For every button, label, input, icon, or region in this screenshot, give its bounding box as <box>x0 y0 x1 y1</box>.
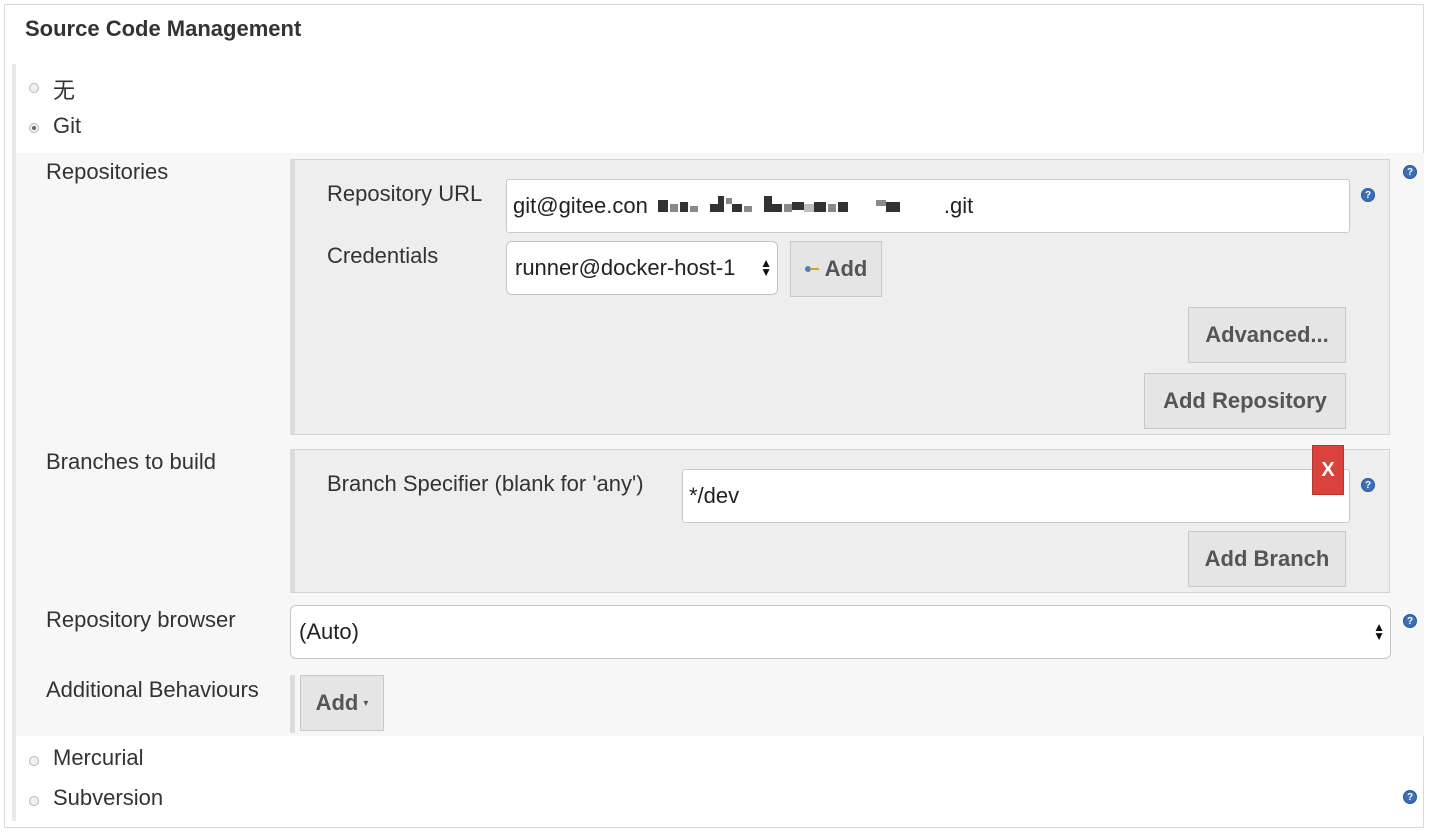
repository-browser-select[interactable]: (Auto) ▲ ▼ <box>290 605 1391 659</box>
select-arrows-icon: ▲ ▼ <box>760 256 772 279</box>
redacted-url-segment <box>652 196 944 216</box>
branch-specifier-input[interactable]: */dev <box>682 469 1350 523</box>
credentials-select-value: runner@docker-host-1 <box>515 255 736 280</box>
frame-top-border <box>4 4 1424 5</box>
repository-url-suffix: .git <box>943 193 974 218</box>
section-title: Source Code Management <box>25 16 302 41</box>
radio-subversion[interactable] <box>29 796 39 806</box>
help-icon[interactable]: ? <box>1403 790 1417 804</box>
repository-url-prefix: git@gitee.con <box>513 193 648 218</box>
help-icon[interactable]: ? <box>1361 478 1375 492</box>
add-repository-button[interactable]: Add Repository <box>1144 373 1346 429</box>
caret-down-icon: ▾ <box>363 697 369 709</box>
repositories-label: Repositories <box>46 159 169 184</box>
radio-mercurial-label[interactable]: Mercurial <box>53 745 143 771</box>
credentials-label: Credentials <box>327 243 439 268</box>
add-behaviour-label: Add <box>315 690 359 715</box>
radio-git-label[interactable]: Git <box>53 113 81 139</box>
credentials-select[interactable]: runner@docker-host-1 ▲ ▼ <box>506 241 778 295</box>
advanced-button[interactable]: Advanced... <box>1188 307 1346 363</box>
radio-none[interactable] <box>29 83 39 93</box>
radio-none-label[interactable]: 无 <box>53 73 75 105</box>
help-icon[interactable]: ? <box>1361 188 1375 202</box>
repository-url-label: Repository URL <box>327 181 483 206</box>
key-icon <box>804 265 819 273</box>
radio-git[interactable] <box>29 123 39 133</box>
additional-behaviours-label: Additional Behaviours <box>46 677 259 702</box>
delete-branch-button[interactable]: X <box>1312 445 1344 495</box>
repository-browser-value: (Auto) <box>299 619 359 644</box>
repository-browser-label: Repository browser <box>46 607 236 632</box>
help-icon[interactable]: ? <box>1403 614 1417 628</box>
help-icon[interactable]: ? <box>1403 165 1417 179</box>
select-arrows-icon: ▲ ▼ <box>1373 620 1385 643</box>
additional-behaviours-rail <box>290 675 295 733</box>
frame-bottom-border <box>4 827 1424 828</box>
radio-mercurial[interactable] <box>29 756 39 766</box>
add-credentials-label: Add <box>824 256 868 281</box>
repository-url-input[interactable]: git@gitee.con .git <box>506 179 1350 233</box>
add-credentials-button[interactable]: Add <box>790 241 882 297</box>
add-branch-button[interactable]: Add Branch <box>1188 531 1346 587</box>
branch-specifier-label: Branch Specifier (blank for 'any') <box>327 471 644 496</box>
radio-subversion-label[interactable]: Subversion <box>53 785 163 811</box>
branches-label: Branches to build <box>46 449 216 474</box>
frame-left-border <box>4 4 5 828</box>
add-behaviour-button[interactable]: Add ▾ <box>300 675 384 731</box>
